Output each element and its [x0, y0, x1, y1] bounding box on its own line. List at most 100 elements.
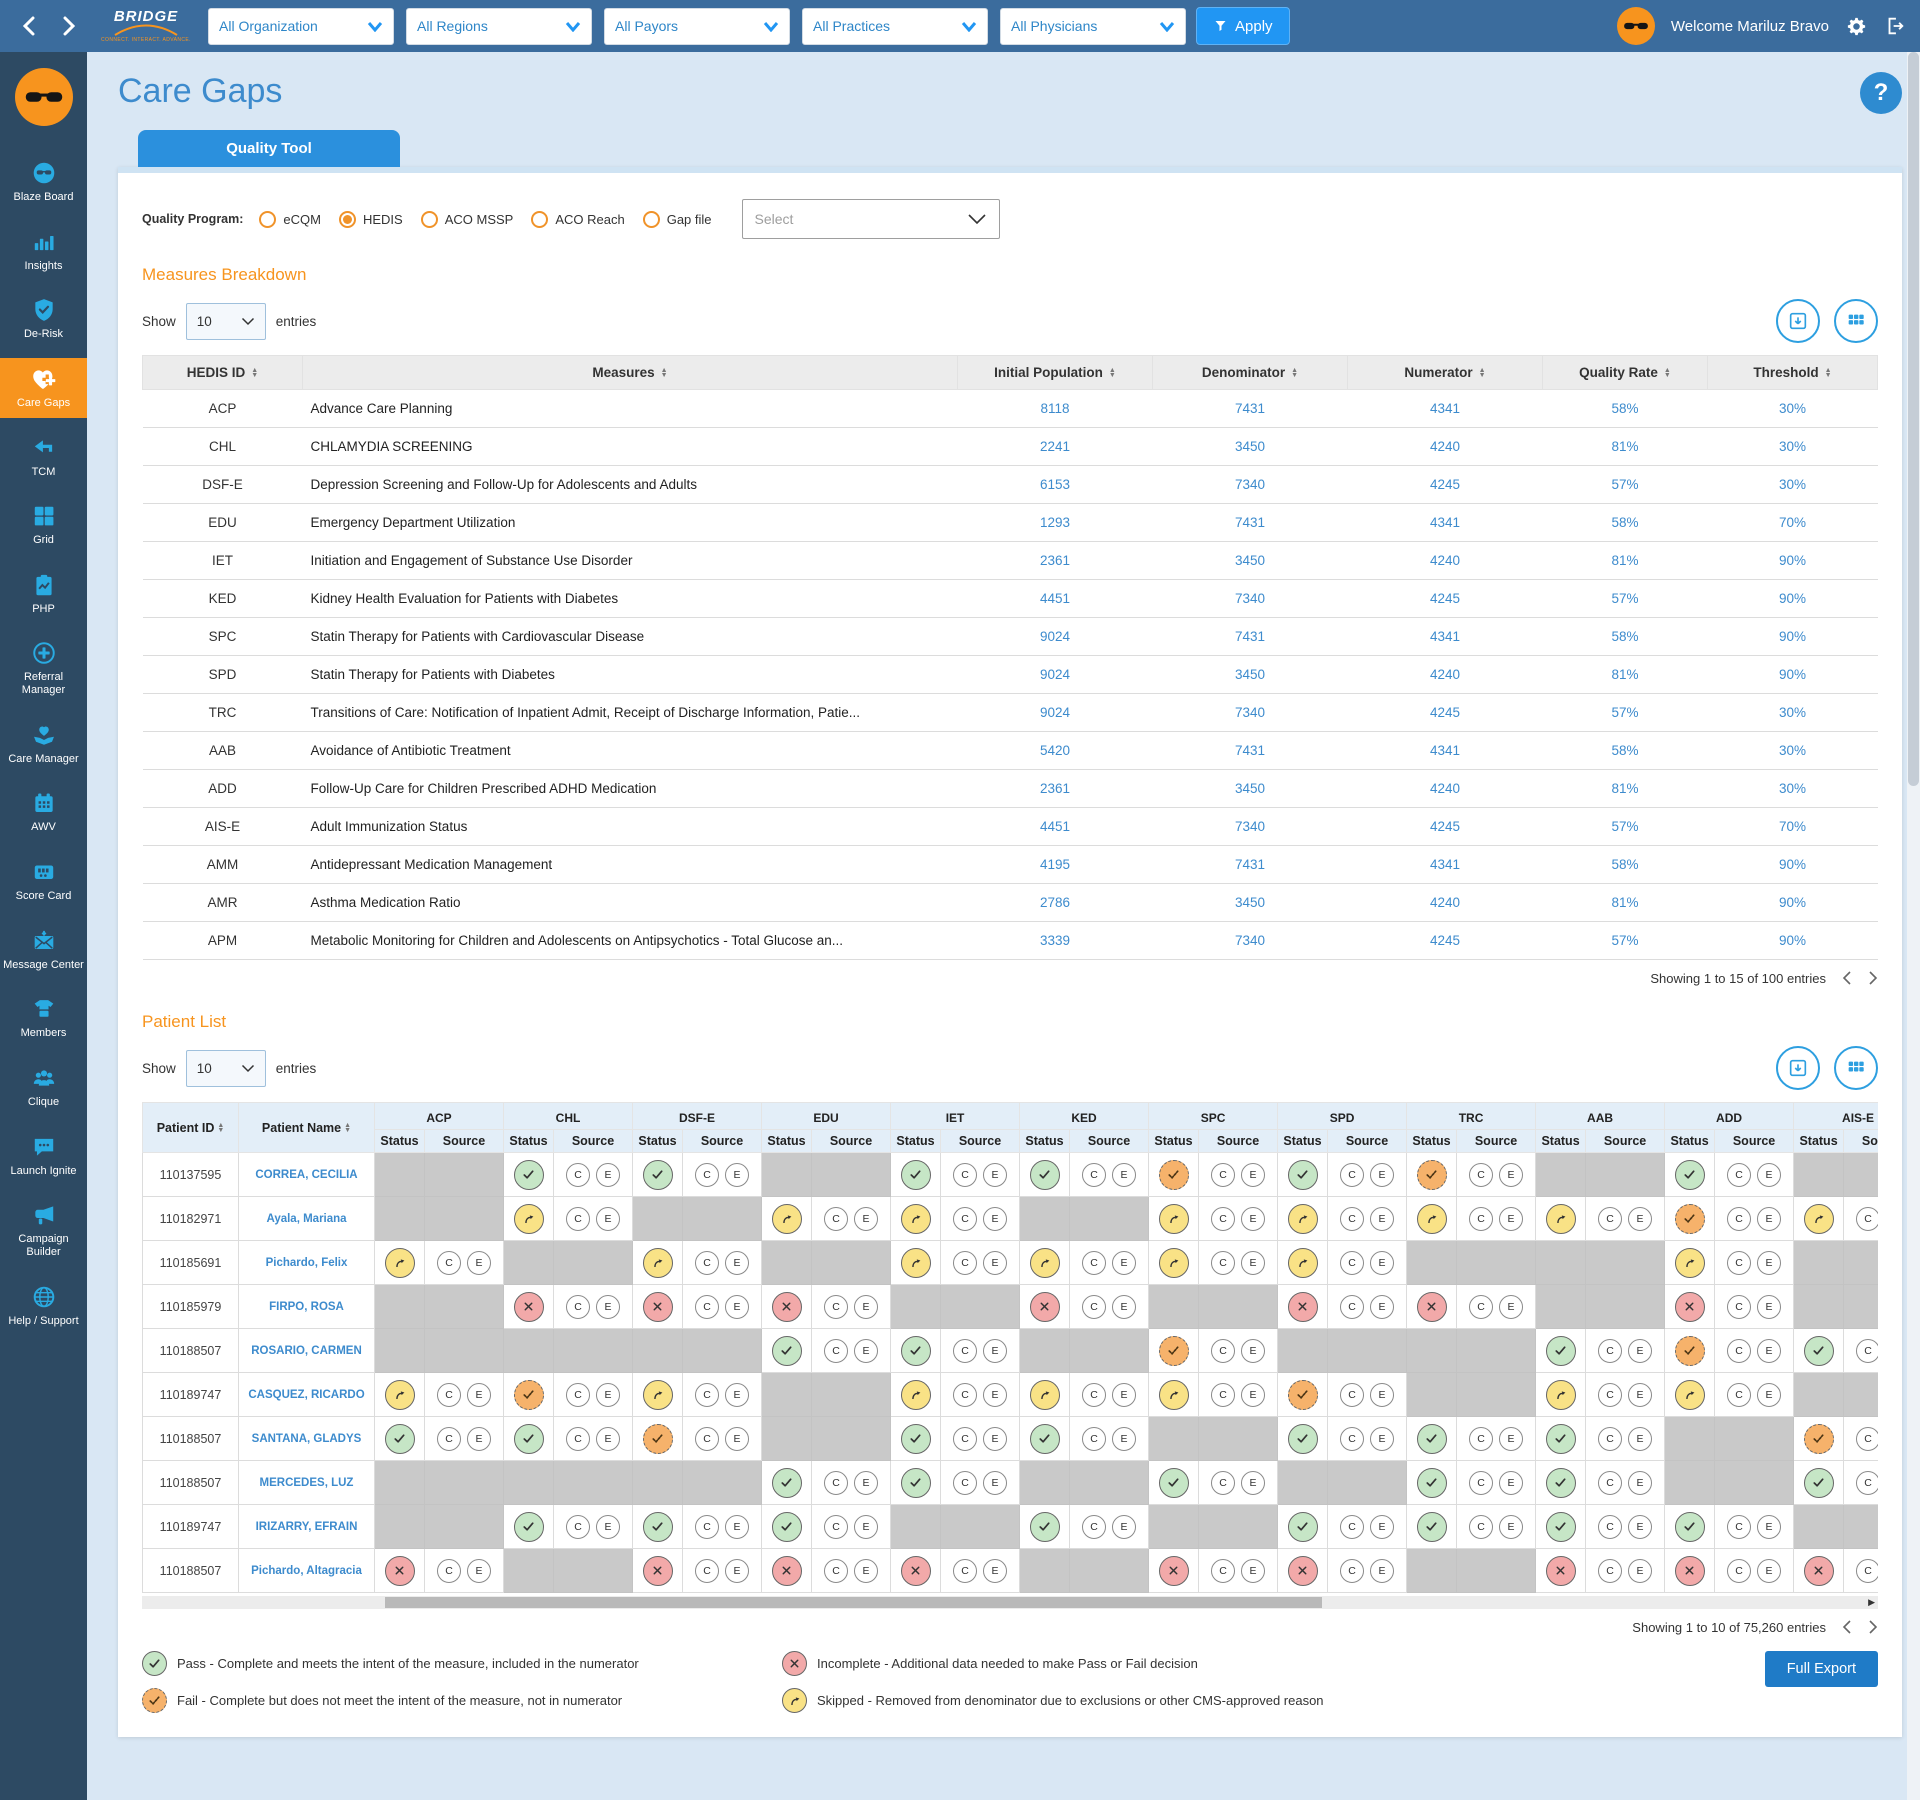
export-table-button[interactable] [1776, 1046, 1820, 1090]
source-c-button[interactable]: C [1727, 1163, 1751, 1187]
source-c-button[interactable]: C [1211, 1471, 1235, 1495]
source-c-button[interactable]: C [1856, 1471, 1878, 1495]
status-skipped-icon[interactable] [1546, 1204, 1576, 1234]
source-e-button[interactable]: E [467, 1559, 491, 1583]
nav-forward-icon[interactable] [54, 9, 84, 43]
source-c-button[interactable]: C [695, 1383, 719, 1407]
denominator-link[interactable]: 7340 [1235, 477, 1265, 492]
status-skipped-icon[interactable] [1030, 1248, 1060, 1278]
initial-population-link[interactable]: 4195 [1040, 857, 1070, 872]
status-fail-icon[interactable] [514, 1380, 544, 1410]
source-c-button[interactable]: C [566, 1383, 590, 1407]
numerator-link[interactable]: 4245 [1430, 933, 1460, 948]
status-skipped-icon[interactable] [385, 1248, 415, 1278]
initial-population-link[interactable]: 2241 [1040, 439, 1070, 454]
status-pass-icon[interactable] [514, 1512, 544, 1542]
source-c-button[interactable]: C [1469, 1295, 1493, 1319]
sidebar-item-clique[interactable]: Clique [0, 1057, 87, 1117]
threshold-link[interactable]: 90% [1779, 895, 1806, 910]
settings-gear-icon[interactable] [1845, 15, 1868, 38]
status-fail-icon[interactable] [643, 1424, 673, 1454]
export-table-button[interactable] [1776, 299, 1820, 343]
status-skipped-icon[interactable] [385, 1380, 415, 1410]
sidebar-item-help-support[interactable]: Help / Support [0, 1276, 87, 1336]
status-pass-icon[interactable] [901, 1468, 931, 1498]
source-e-button[interactable]: E [1628, 1207, 1652, 1231]
source-e-button[interactable]: E [467, 1383, 491, 1407]
filter-select-all-organization[interactable]: All Organization [208, 8, 394, 45]
source-c-button[interactable]: C [1598, 1339, 1622, 1363]
status-pass-icon[interactable] [772, 1512, 802, 1542]
sidebar-item-referral-manager[interactable]: Referral Manager [0, 632, 87, 704]
sidebar-item-care-manager[interactable]: Care Manager [0, 714, 87, 774]
initial-population-link[interactable]: 2361 [1040, 781, 1070, 796]
status-incomplete-icon[interactable] [1288, 1556, 1318, 1586]
tab-quality-tool[interactable]: Quality Tool [138, 130, 400, 167]
numerator-link[interactable]: 4245 [1430, 477, 1460, 492]
status-incomplete-icon[interactable] [772, 1556, 802, 1586]
source-c-button[interactable]: C [953, 1251, 977, 1275]
status-skipped-icon[interactable] [901, 1248, 931, 1278]
quality-rate-link[interactable]: 57% [1611, 933, 1638, 948]
source-e-button[interactable]: E [983, 1251, 1007, 1275]
source-c-button[interactable]: C [824, 1559, 848, 1583]
status-skipped-icon[interactable] [1675, 1248, 1705, 1278]
source-c-button[interactable]: C [824, 1207, 848, 1231]
denominator-link[interactable]: 3450 [1235, 667, 1265, 682]
numerator-link[interactable]: 4245 [1430, 819, 1460, 834]
source-c-button[interactable]: C [953, 1471, 977, 1495]
status-skipped-icon[interactable] [1159, 1204, 1189, 1234]
status-skipped-icon[interactable] [1159, 1248, 1189, 1278]
source-e-button[interactable]: E [1757, 1163, 1781, 1187]
source-c-button[interactable]: C [1469, 1471, 1493, 1495]
source-c-button[interactable]: C [953, 1339, 977, 1363]
source-c-button[interactable]: C [1727, 1295, 1751, 1319]
source-e-button[interactable]: E [983, 1339, 1007, 1363]
status-pass-icon[interactable] [1288, 1424, 1318, 1454]
status-pass-icon[interactable] [385, 1424, 415, 1454]
threshold-link[interactable]: 30% [1779, 705, 1806, 720]
quality-rate-link[interactable]: 81% [1611, 439, 1638, 454]
numerator-link[interactable]: 4240 [1430, 553, 1460, 568]
radio-aco-reach[interactable]: ACO Reach [531, 211, 624, 228]
measures-prev-page-icon[interactable] [1842, 970, 1852, 986]
source-e-button[interactable]: E [725, 1251, 749, 1275]
source-c-button[interactable]: C [695, 1559, 719, 1583]
patient-id-col-header[interactable]: Patient ID▲▼ [143, 1103, 239, 1153]
quality-rate-link[interactable]: 81% [1611, 667, 1638, 682]
measures-col-header[interactable]: Quality Rate▲▼ [1543, 356, 1708, 390]
status-fail-icon[interactable] [1417, 1160, 1447, 1190]
source-e-button[interactable]: E [1241, 1559, 1265, 1583]
source-e-button[interactable]: E [725, 1163, 749, 1187]
source-e-button[interactable]: E [725, 1295, 749, 1319]
quality-rate-link[interactable]: 57% [1611, 819, 1638, 834]
patient-name-link[interactable]: MERCEDES, LUZ [239, 1461, 375, 1505]
status-pass-icon[interactable] [772, 1468, 802, 1498]
denominator-link[interactable]: 7340 [1235, 591, 1265, 606]
source-e-button[interactable]: E [1241, 1207, 1265, 1231]
threshold-link[interactable]: 90% [1779, 553, 1806, 568]
status-pass-icon[interactable] [901, 1336, 931, 1366]
source-c-button[interactable]: C [824, 1515, 848, 1539]
threshold-link[interactable]: 90% [1779, 667, 1806, 682]
source-c-button[interactable]: C [953, 1559, 977, 1583]
sidebar-item-tcm[interactable]: TCM [0, 427, 87, 487]
quality-rate-link[interactable]: 81% [1611, 553, 1638, 568]
patient-name-link[interactable]: CASQUEZ, RICARDO [239, 1373, 375, 1417]
source-e-button[interactable]: E [854, 1207, 878, 1231]
quality-rate-link[interactable]: 81% [1611, 895, 1638, 910]
patient-name-link[interactable]: Pichardo, Felix [239, 1241, 375, 1285]
status-pass-icon[interactable] [1030, 1424, 1060, 1454]
source-c-button[interactable]: C [953, 1427, 977, 1451]
numerator-link[interactable]: 4341 [1430, 401, 1460, 416]
source-e-button[interactable]: E [1370, 1383, 1394, 1407]
source-e-button[interactable]: E [1499, 1471, 1523, 1495]
source-c-button[interactable]: C [1598, 1383, 1622, 1407]
source-e-button[interactable]: E [1499, 1295, 1523, 1319]
horizontal-scrollbar-thumb[interactable] [385, 1597, 1322, 1608]
patient-name-link[interactable]: SANTANA, GLADYS [239, 1417, 375, 1461]
source-e-button[interactable]: E [1241, 1383, 1265, 1407]
source-c-button[interactable]: C [1211, 1251, 1235, 1275]
numerator-link[interactable]: 4245 [1430, 591, 1460, 606]
source-c-button[interactable]: C [1082, 1163, 1106, 1187]
